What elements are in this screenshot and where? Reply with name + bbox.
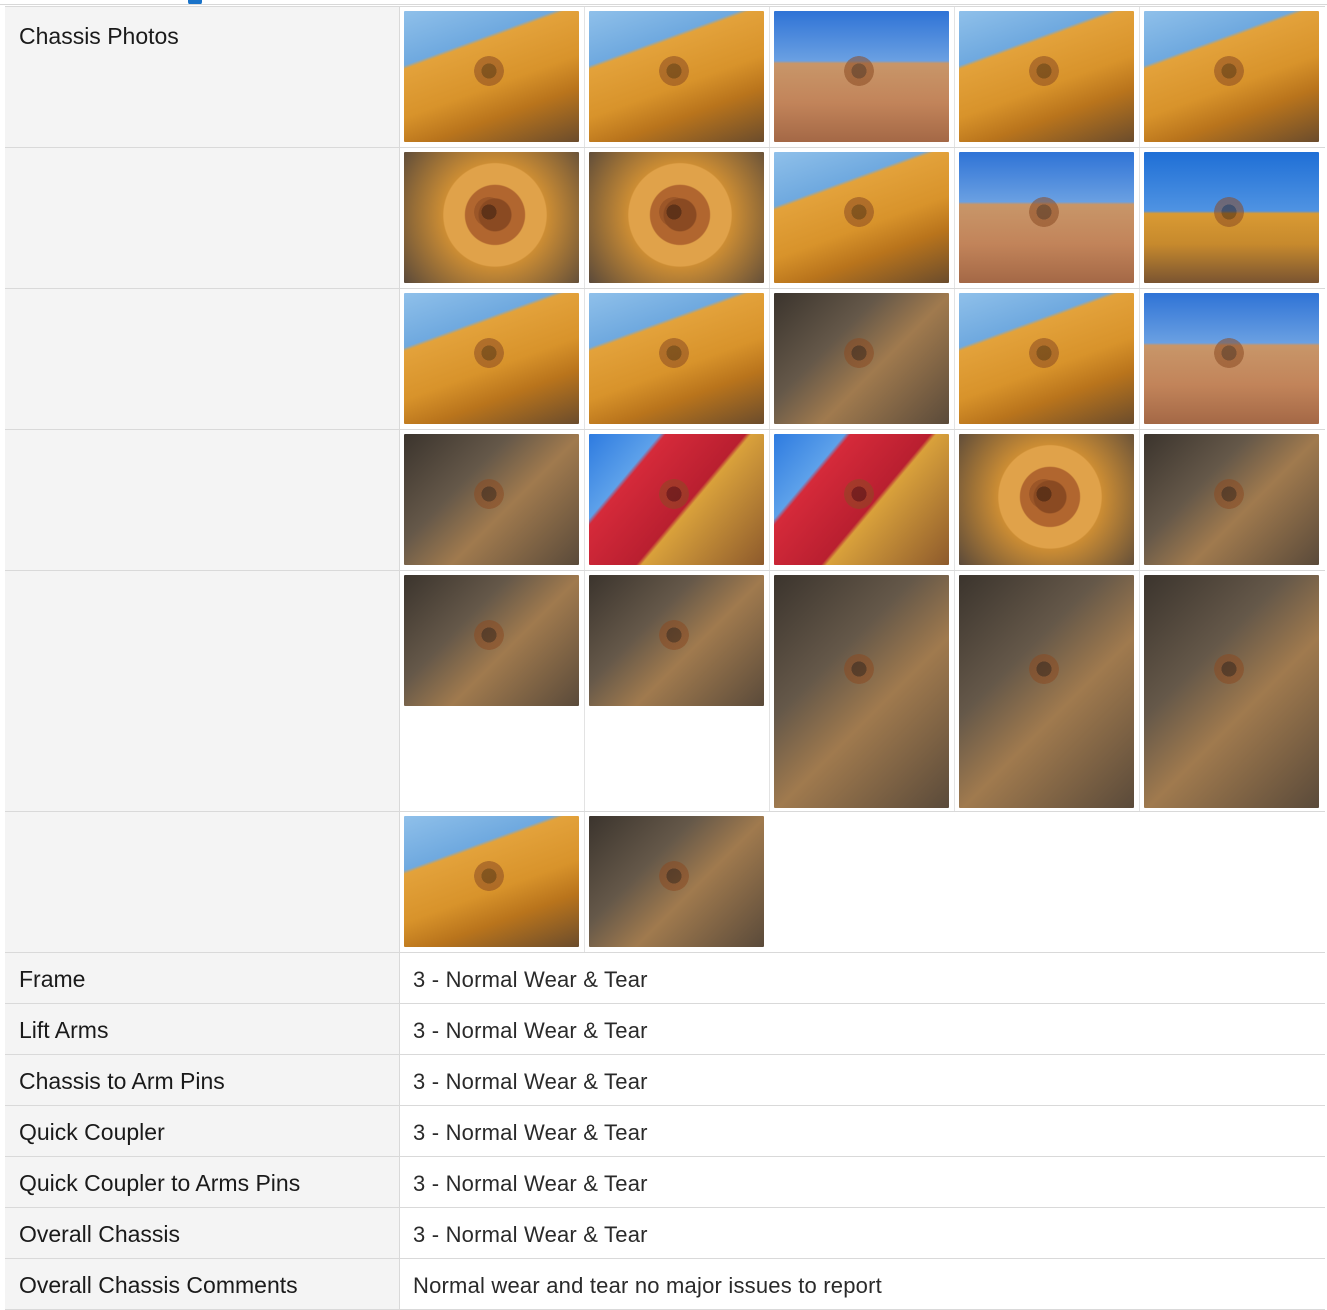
photo-thumbnail[interactable] <box>1144 434 1319 565</box>
rating-value: 3 - Normal Wear & Tear <box>413 1171 648 1196</box>
rating-value: 3 - Normal Wear & Tear <box>413 1069 648 1094</box>
photo-thumbnail[interactable] <box>959 293 1134 424</box>
photo-thumbnail[interactable] <box>404 575 579 706</box>
section-header-rule <box>0 4 1327 5</box>
rating-row-overall-chassis: Overall Chassis 3 - Normal Wear & Tear <box>5 1207 1325 1258</box>
photo-thumbnail[interactable] <box>404 11 579 142</box>
photo-thumbnail[interactable] <box>774 152 949 283</box>
photo-thumbnail[interactable] <box>589 11 764 142</box>
row-label <box>5 812 400 952</box>
photo-thumbnail[interactable] <box>959 152 1134 283</box>
photo-thumbnail[interactable] <box>589 293 764 424</box>
photo-row <box>5 288 1325 429</box>
photo-strip <box>400 571 1325 811</box>
rating-label: Overall Chassis <box>5 1208 400 1258</box>
inspection-table: Chassis Photos Frame 3 - Normal Wear & T… <box>5 6 1325 1310</box>
photo-thumbnail[interactable] <box>404 293 579 424</box>
rating-row-overall-comments: Overall Chassis Comments Normal wear and… <box>5 1258 1325 1310</box>
rating-label: Quick Coupler <box>5 1106 400 1156</box>
rating-value: 3 - Normal Wear & Tear <box>413 967 648 992</box>
rating-row-chassis-to-arm-pins: Chassis to Arm Pins 3 - Normal Wear & Te… <box>5 1054 1325 1105</box>
comments-value: Normal wear and tear no major issues to … <box>413 1273 882 1298</box>
rating-label: Chassis to Arm Pins <box>5 1055 400 1105</box>
photo-thumbnail[interactable] <box>774 434 949 565</box>
photo-row <box>5 811 1325 952</box>
photo-thumbnail[interactable] <box>404 816 579 947</box>
rating-value: 3 - Normal Wear & Tear <box>413 1120 648 1145</box>
photo-thumbnail[interactable] <box>1144 575 1319 808</box>
rating-row-quick-coupler-pins: Quick Coupler to Arms Pins 3 - Normal We… <box>5 1156 1325 1207</box>
photo-thumbnail[interactable] <box>589 434 764 565</box>
photo-strip <box>400 430 1325 570</box>
row-label <box>5 571 400 811</box>
photo-thumbnail[interactable] <box>404 152 579 283</box>
photo-strip <box>400 7 1325 147</box>
photo-thumbnail[interactable] <box>1144 152 1319 283</box>
row-label <box>5 430 400 570</box>
rating-row-lift-arms: Lift Arms 3 - Normal Wear & Tear <box>5 1003 1325 1054</box>
photo-thumbnail[interactable] <box>589 575 764 706</box>
photo-thumbnail[interactable] <box>774 293 949 424</box>
photo-thumbnail[interactable] <box>959 434 1134 565</box>
photo-thumbnail[interactable] <box>589 152 764 283</box>
rating-label: Lift Arms <box>5 1004 400 1054</box>
rating-label: Frame <box>5 953 400 1003</box>
rating-row-quick-coupler: Quick Coupler 3 - Normal Wear & Tear <box>5 1105 1325 1156</box>
photo-row <box>5 429 1325 570</box>
photo-strip <box>400 148 1325 288</box>
photo-thumbnail[interactable] <box>1144 293 1319 424</box>
photo-thumbnail[interactable] <box>774 575 949 808</box>
row-label <box>5 148 400 288</box>
photo-row <box>5 147 1325 288</box>
rating-label: Quick Coupler to Arms Pins <box>5 1157 400 1207</box>
row-label <box>5 289 400 429</box>
photo-row: Chassis Photos <box>5 6 1325 147</box>
photo-thumbnail[interactable] <box>959 575 1134 808</box>
rating-value: 3 - Normal Wear & Tear <box>413 1222 648 1247</box>
photo-row <box>5 570 1325 811</box>
photo-thumbnail[interactable] <box>774 11 949 142</box>
rating-value: 3 - Normal Wear & Tear <box>413 1018 648 1043</box>
photo-thumbnail[interactable] <box>1144 11 1319 142</box>
photo-strip <box>400 289 1325 429</box>
photo-thumbnail[interactable] <box>959 11 1134 142</box>
rating-row-frame: Frame 3 - Normal Wear & Tear <box>5 952 1325 1003</box>
photo-strip <box>400 812 1325 952</box>
photo-thumbnail[interactable] <box>589 816 764 947</box>
row-label: Chassis Photos <box>5 7 400 147</box>
rating-label: Overall Chassis Comments <box>5 1259 400 1309</box>
photo-thumbnail[interactable] <box>404 434 579 565</box>
